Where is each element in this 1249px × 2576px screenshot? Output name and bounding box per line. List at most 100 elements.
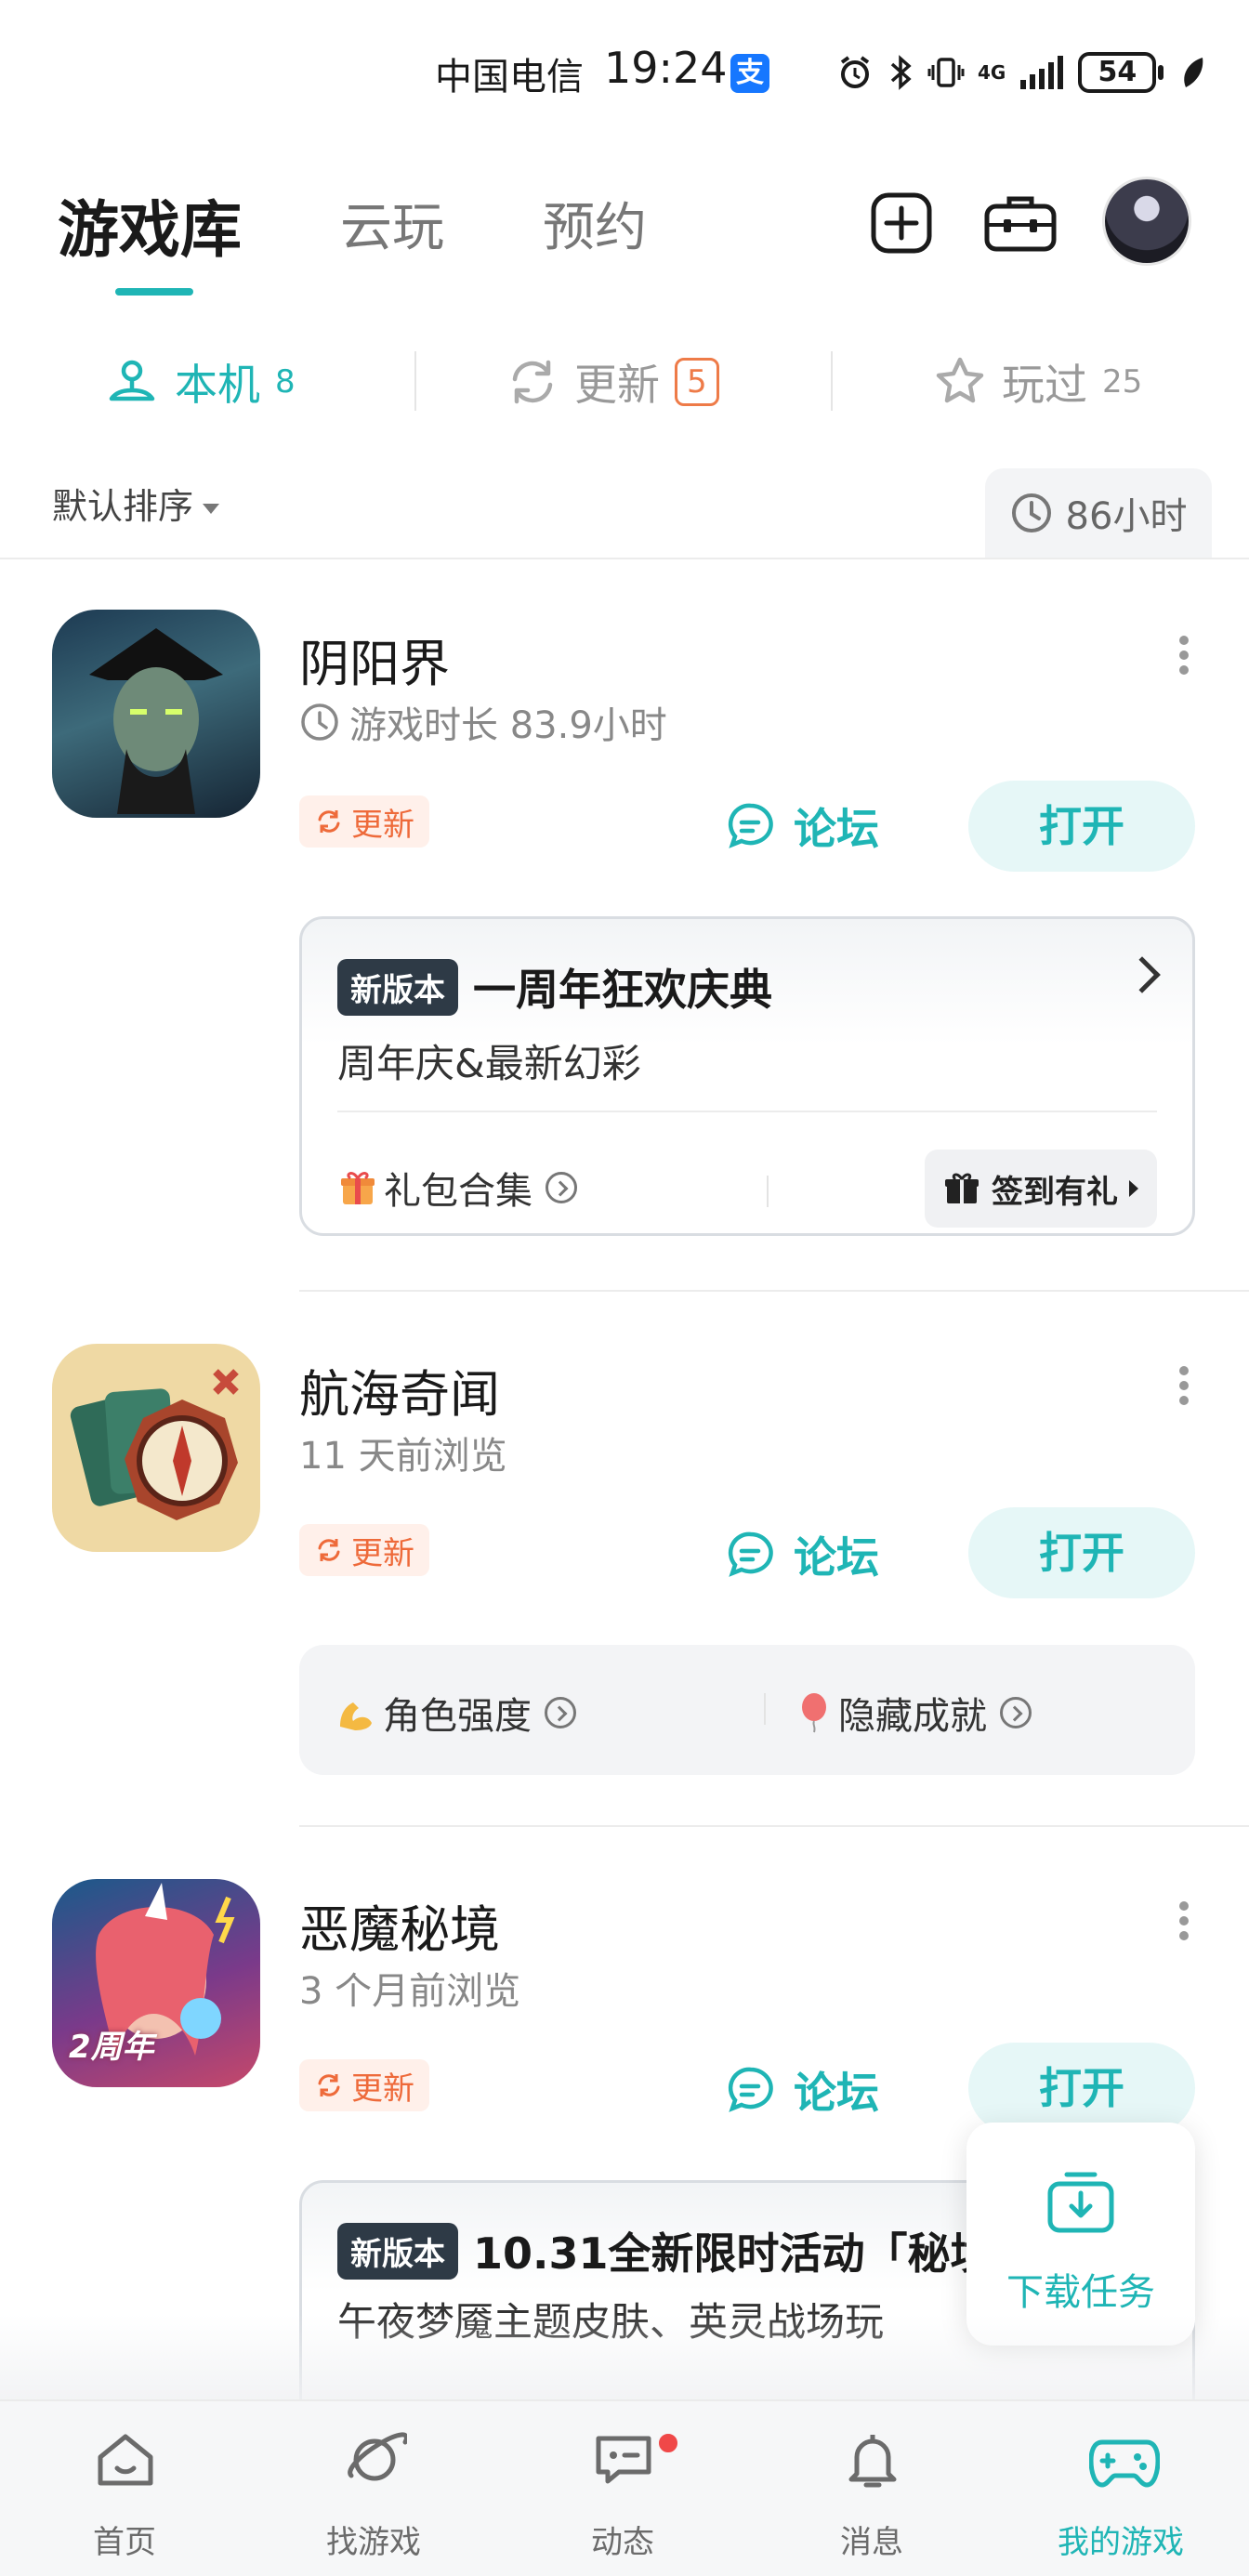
star-icon [936, 357, 984, 403]
top-navigation: 游戏库 云玩 预约 [0, 167, 1249, 307]
refresh-icon [318, 1539, 340, 1561]
caret-right-icon [1129, 1180, 1138, 1197]
forum-button-label: 论坛 [794, 804, 879, 854]
game-card-yinyangjie: 阴阳界 游戏时长 83.9小时 更新 论坛 打开 新版本 一周年狂欢庆典 周年庆… [0, 558, 1249, 1301]
divider [414, 351, 416, 411]
game-icon-emomijing[interactable]: 2周年 [52, 1879, 260, 2087]
tab-game-library[interactable]: 游戏库 [58, 180, 242, 269]
character-tier-label: 角色强度 [383, 1695, 532, 1738]
sort-dropdown[interactable]: 默认排序 [52, 478, 220, 529]
updates-count-badge: 5 [675, 358, 719, 406]
bluetooth-icon [890, 55, 912, 90]
balloon-icon [802, 1693, 826, 1733]
tab-cloud-play[interactable]: 云玩 [340, 186, 444, 261]
open-game-button[interactable]: 打开 [968, 781, 1195, 872]
battery-indicator: 54 [1078, 52, 1164, 93]
nav-discover[interactable]: 找游戏 [249, 2401, 498, 2576]
check-in-reward-button[interactable]: 签到有礼 [925, 1150, 1157, 1228]
user-avatar[interactable] [1102, 177, 1191, 266]
nav-my-games[interactable]: 我的游戏 [996, 2401, 1245, 2576]
gift-pack-link[interactable]: 礼包合集 [337, 1161, 577, 1215]
download-tasks-label: 下载任务 [1006, 2271, 1155, 2314]
event-promo-card[interactable]: 新版本 一周年狂欢庆典 周年庆&最新幻彩 礼包合集 签到有礼 [299, 916, 1195, 1236]
quick-links-card: 角色强度 隐藏成就 [299, 1645, 1195, 1775]
forum-button[interactable]: 论坛 [725, 1524, 879, 1585]
circle-arrow-icon [546, 1172, 577, 1203]
more-options-icon[interactable] [1175, 1360, 1193, 1426]
filter-updates-label: 更新 [574, 360, 660, 410]
signal-icon [1020, 56, 1064, 89]
active-tab-indicator [115, 288, 193, 296]
promo-subtitle: 周年庆&最新幻彩 [337, 1041, 641, 1086]
game-title[interactable]: 恶魔秘境 [299, 1888, 500, 1962]
status-bar: 中国电信 19:24 支 4G 54 [0, 0, 1249, 139]
caret-down-icon [203, 504, 220, 514]
game-icon-hanghaiqiwen[interactable] [52, 1344, 260, 1552]
more-options-icon[interactable] [1175, 630, 1193, 695]
download-tasks-button[interactable]: 下载任务 [966, 2123, 1195, 2346]
local-device-icon [109, 360, 155, 401]
open-game-button[interactable]: 打开 [968, 2043, 1195, 2134]
chevron-right-icon [1124, 956, 1161, 993]
forum-icon [728, 1531, 773, 1577]
game-playtime: 游戏时长 83.9小时 [299, 695, 667, 749]
game-title[interactable]: 阴阳界 [299, 623, 450, 696]
update-tag[interactable]: 更新 [299, 1524, 429, 1576]
sort-label: 默认排序 [52, 486, 194, 527]
filter-local-label: 本机 [175, 360, 260, 410]
nav-home[interactable]: 首页 [0, 2401, 249, 2576]
divider [764, 1693, 766, 1725]
vibrate-icon [927, 58, 965, 87]
nav-my-games-label: 我的游戏 [1058, 2524, 1184, 2561]
total-playtime-value: 86小时 [1065, 495, 1188, 538]
clock-icon [1011, 493, 1051, 532]
home-icon [98, 2434, 153, 2486]
filter-played[interactable]: 玩过 25 [933, 351, 1142, 413]
tab-reservation[interactable]: 预约 [543, 186, 647, 261]
refresh-icon [512, 360, 553, 404]
filter-updates[interactable]: 更新 5 [506, 351, 719, 413]
circle-arrow-icon [545, 1697, 576, 1728]
chat-icon [596, 2436, 651, 2484]
forum-icon [728, 2067, 773, 2112]
planet-icon [348, 2432, 407, 2481]
update-tag-label: 更新 [351, 806, 414, 844]
forum-button[interactable]: 论坛 [725, 2059, 879, 2121]
game-title[interactable]: 航海奇闻 [299, 1353, 500, 1426]
download-tray-icon [1047, 2172, 1114, 2233]
nav-messages-label: 消息 [840, 2524, 903, 2561]
more-options-icon[interactable] [1175, 1896, 1193, 1961]
game-icon-yinyangjie[interactable] [52, 610, 260, 818]
promo-title: 一周年狂欢庆典 [473, 965, 772, 1015]
status-icons: 4G 54 [836, 46, 1206, 99]
update-tag[interactable]: 更新 [299, 795, 429, 848]
nav-activity[interactable]: 动态 [498, 2401, 747, 2576]
alipay-icon: 支 [730, 54, 769, 93]
carrier-label: 中国电信 [435, 56, 584, 99]
gift-icon [945, 1173, 979, 1203]
network-label: 4G [978, 61, 1006, 84]
promo-header: 新版本 一周年狂欢庆典 [337, 956, 772, 1018]
circle-arrow-icon [1000, 1697, 1032, 1728]
game-last-viewed: 3 个月前浏览 [299, 1970, 521, 2013]
character-tier-link[interactable]: 角色强度 [335, 1686, 576, 1740]
promo-header: 新版本 10.31全新限时活动「秘境 [337, 2220, 993, 2281]
nav-activity-label: 动态 [591, 2524, 654, 2561]
forum-button[interactable]: 论坛 [725, 795, 879, 857]
filter-local[interactable]: 本机 8 [104, 351, 296, 413]
nav-messages[interactable]: 消息 [747, 2401, 996, 2576]
bell-icon [848, 2435, 897, 2488]
filter-played-count: 25 [1102, 363, 1143, 401]
divider [767, 1176, 769, 1207]
open-game-button[interactable]: 打开 [968, 1507, 1195, 1598]
refresh-icon [318, 2074, 340, 2096]
update-tag[interactable]: 更新 [299, 2059, 429, 2111]
plus-square-icon[interactable] [868, 190, 935, 256]
toolbox-icon[interactable] [983, 190, 1058, 256]
hidden-achievements-link[interactable]: 隐藏成就 [795, 1686, 1032, 1740]
game-last-viewed: 11 天前浏览 [299, 1435, 507, 1478]
check-in-reward-label: 签到有礼 [992, 1173, 1118, 1211]
forum-icon [728, 803, 773, 848]
forum-button-label: 论坛 [794, 2068, 879, 2118]
filter-played-label: 玩过 [1002, 360, 1087, 410]
